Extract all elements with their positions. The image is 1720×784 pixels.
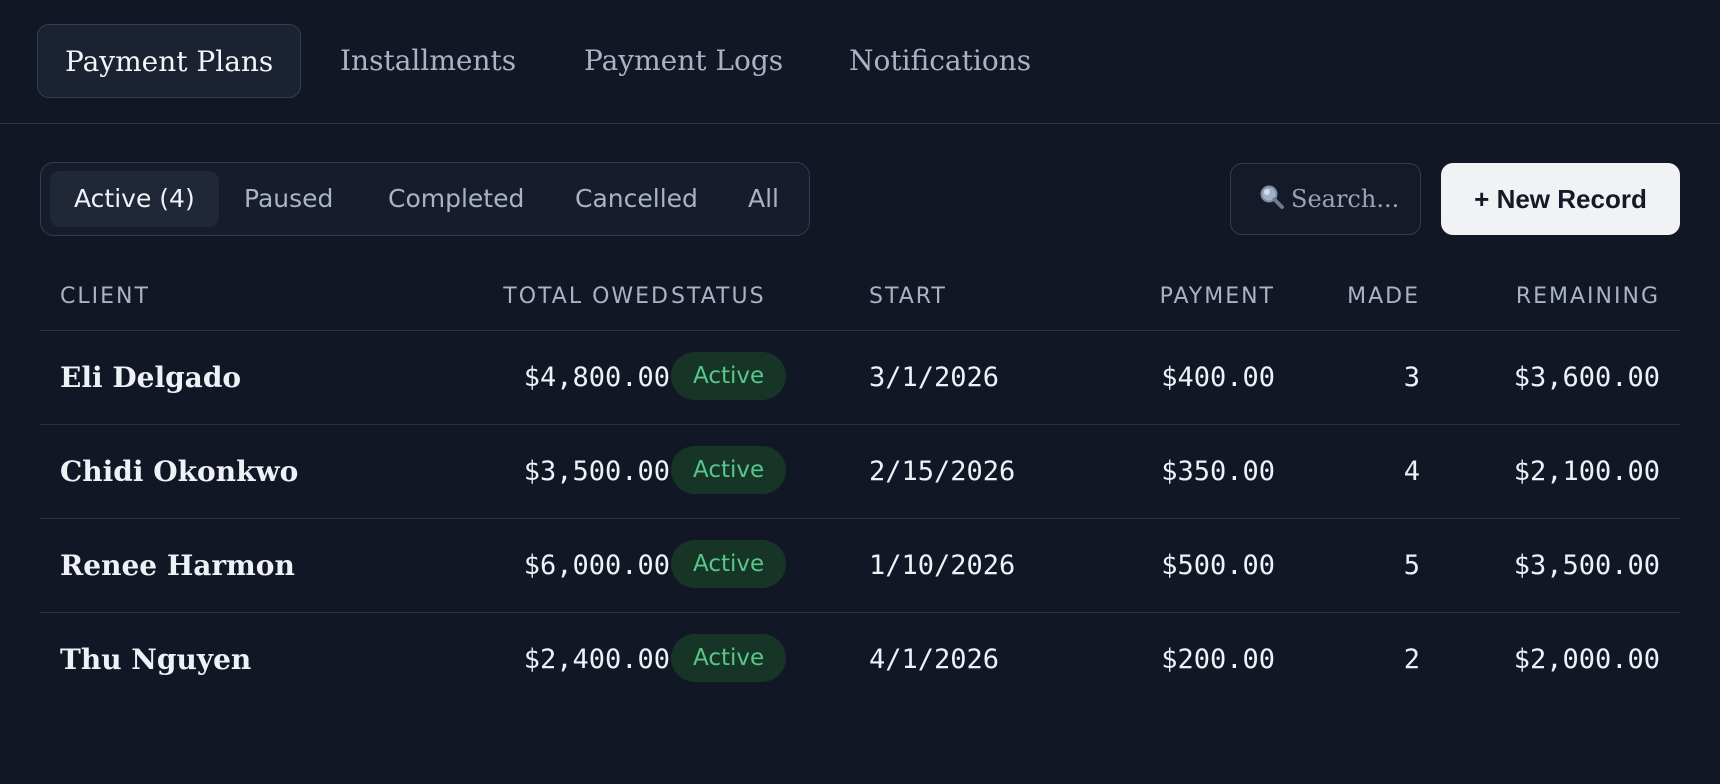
payments-made: 4: [1403, 456, 1420, 487]
status-cell: Active: [671, 613, 787, 707]
table-row[interactable]: Renee Harmon $6,000.00 Active 1/10/2026 …: [40, 519, 1680, 613]
client-name: Thu Nguyen: [60, 643, 252, 676]
status-cell: Active: [671, 519, 787, 613]
remaining-amount: $3,500.00: [1513, 550, 1660, 581]
top-tabs-bar: Payment Plans Installments Payment Logs …: [0, 0, 1720, 124]
search-placeholder: Search...: [1291, 185, 1400, 213]
table-row[interactable]: Chidi Okonkwo $3,500.00 Active 2/15/2026…: [40, 425, 1680, 519]
client-name: Chidi Okonkwo: [60, 455, 299, 488]
payments-made: 3: [1403, 362, 1420, 393]
filter-all[interactable]: All: [748, 171, 779, 227]
total-owed: $2,400.00: [523, 644, 670, 675]
status-badge: Active: [671, 634, 787, 683]
magnifying-glass-icon: [1259, 184, 1285, 210]
status-badge: Active: [671, 352, 787, 401]
remaining-amount: $2,000.00: [1513, 644, 1660, 675]
search-input[interactable]: Search...: [1230, 163, 1421, 235]
table-row[interactable]: Thu Nguyen $2,400.00 Active 4/1/2026 $20…: [40, 613, 1680, 707]
payment-plans-table: CLIENT TOTAL OWED STATUS START PAYMENT M…: [40, 262, 1680, 707]
payment-amount: $200.00: [1161, 644, 1275, 675]
total-owed: $4,800.00: [523, 362, 670, 393]
tab-payment-plans[interactable]: Payment Plans: [37, 24, 302, 98]
payments-made: 2: [1403, 644, 1420, 675]
start-date: 3/1/2026: [869, 362, 1000, 393]
column-header-client[interactable]: CLIENT: [60, 262, 150, 331]
remaining-amount: $2,100.00: [1513, 456, 1660, 487]
payment-amount: $500.00: [1161, 550, 1275, 581]
client-name: Eli Delgado: [60, 361, 242, 394]
status-badge: Active: [671, 446, 787, 495]
column-header-payment[interactable]: PAYMENT: [1160, 262, 1275, 331]
start-date: 1/10/2026: [869, 550, 1016, 581]
table-header-row: CLIENT TOTAL OWED STATUS START PAYMENT M…: [40, 262, 1680, 331]
filter-active[interactable]: Active (4): [50, 171, 219, 227]
payment-amount: $400.00: [1161, 362, 1275, 393]
payment-amount: $350.00: [1161, 456, 1275, 487]
status-cell: Active: [671, 331, 787, 425]
tab-payment-logs[interactable]: Payment Logs: [584, 24, 783, 98]
tab-installments[interactable]: Installments: [340, 24, 516, 98]
client-name: Renee Harmon: [60, 549, 295, 582]
column-header-remaining[interactable]: REMAINING: [1516, 262, 1660, 331]
filter-paused[interactable]: Paused: [244, 171, 333, 227]
filter-cancelled[interactable]: Cancelled: [575, 171, 698, 227]
start-date: 2/15/2026: [869, 456, 1016, 487]
column-header-total-owed[interactable]: TOTAL OWED: [503, 262, 670, 331]
new-record-button[interactable]: + New Record: [1441, 163, 1680, 235]
status-filter-group: Active (4) Paused Completed Cancelled Al…: [40, 162, 810, 236]
remaining-amount: $3,600.00: [1513, 362, 1660, 393]
total-owed: $3,500.00: [523, 456, 670, 487]
table-row[interactable]: Eli Delgado $4,800.00 Active 3/1/2026 $4…: [40, 331, 1680, 425]
payments-made: 5: [1403, 550, 1420, 581]
total-owed: $6,000.00: [523, 550, 670, 581]
start-date: 4/1/2026: [869, 644, 1000, 675]
column-header-status[interactable]: STATUS: [671, 262, 766, 331]
status-cell: Active: [671, 425, 787, 519]
tab-notifications[interactable]: Notifications: [849, 24, 1031, 98]
filter-completed[interactable]: Completed: [388, 171, 524, 227]
column-header-made[interactable]: MADE: [1347, 262, 1420, 331]
column-header-start[interactable]: START: [869, 262, 947, 331]
status-badge: Active: [671, 540, 787, 589]
